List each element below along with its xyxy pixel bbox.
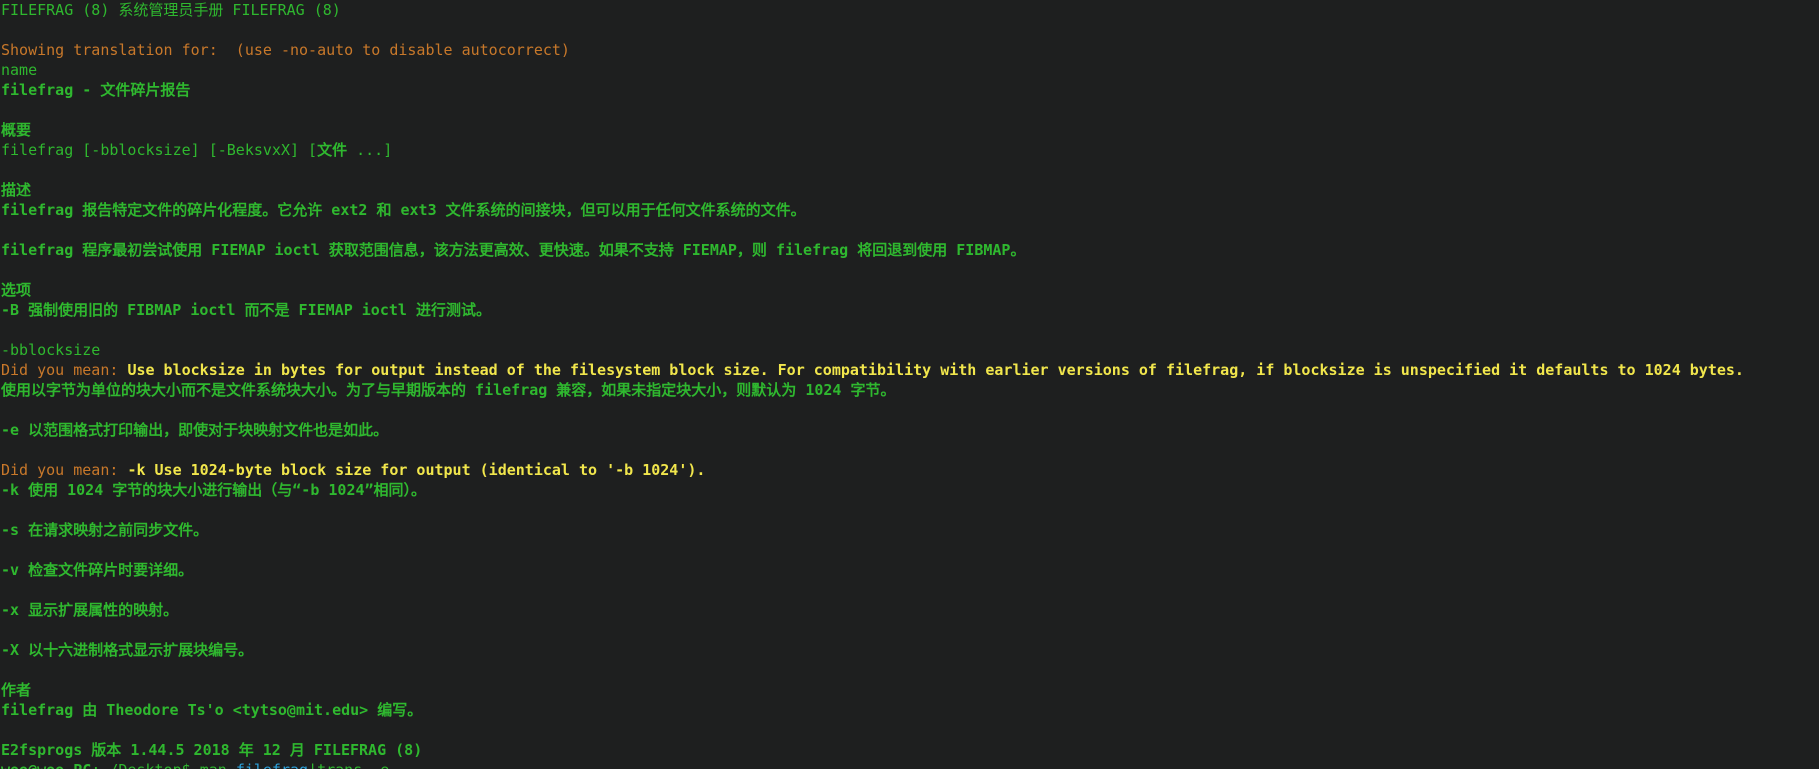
- option-k: -k 使用 1024 字节的块大小进行输出（与“-b 1024”相同）。: [1, 481, 427, 499]
- prompt-path: :~/Desktop$: [91, 761, 199, 769]
- did-you-mean-label: Did you mean:: [1, 461, 128, 479]
- option-x: -x 显示扩展属性的映射。: [1, 601, 179, 619]
- description-paragraph-2: filefrag 程序最初尝试使用 FIEMAP ioctl 获取范围信息，该方…: [1, 241, 1026, 259]
- section-author-heading: 作者: [1, 681, 32, 699]
- option-b-flag: -bblocksize: [1, 341, 101, 359]
- section-name-heading: name: [1, 61, 38, 79]
- prompt-arg: filefrag: [236, 761, 308, 769]
- synopsis-part-c: ...]: [347, 141, 393, 159]
- option-X: -X 以十六进制格式显示扩展块编号。: [1, 641, 254, 659]
- prompt-trailing: -: [398, 761, 407, 769]
- did-you-mean-label: Did you mean:: [1, 361, 128, 379]
- author-line: filefrag 由 Theodore Ts'o <tytso@mit.edu>…: [1, 701, 423, 719]
- synopsis-part-a: filefrag [-bblocksize] [-BeksvxX] [: [1, 141, 318, 159]
- synopsis-line: filefrag [-bblocksize] [-BeksvxX] [文件 ..…: [1, 140, 1819, 160]
- prompt-rest: trans -e: [317, 761, 398, 769]
- option-e: -e 以范围格式打印输出，即使对于块映射文件也是如此。: [1, 421, 389, 439]
- synopsis-part-b: 文件: [317, 141, 348, 159]
- description-paragraph-1: filefrag 报告特定文件的碎片化程度。它允许 ext2 和 ext3 文件…: [1, 201, 806, 219]
- prompt-command: man: [200, 761, 227, 769]
- prompt-user-host: woo@woo-PC: [1, 761, 91, 769]
- shell-prompt[interactable]: woo@woo-PC:~/Desktop$ man filefrag|trans…: [1, 760, 1819, 769]
- option-b-translation: 使用以字节为单位的块大小而不是文件系统块大小。为了与早期版本的 filefrag…: [1, 381, 896, 399]
- translation-note: Showing translation for: (use -no-auto t…: [1, 41, 570, 59]
- did-you-mean-2: Did you mean: -k Use 1024-byte block siz…: [1, 460, 1819, 480]
- option-B: -B 强制使用旧的 FIBMAP ioctl 而不是 FIEMAP ioctl …: [1, 301, 491, 319]
- section-description-heading: 描述: [1, 181, 32, 199]
- option-v: -v 检查文件碎片时要详细。: [1, 561, 194, 579]
- section-options-heading: 选项: [1, 281, 32, 299]
- terminal-window[interactable]: FILEFRAG (8) 系统管理员手册 FILEFRAG (8) Showin…: [0, 0, 1819, 769]
- did-you-mean-suggestion: Use blocksize in bytes for output instea…: [127, 361, 1744, 379]
- did-you-mean-1: Did you mean: Use blocksize in bytes for…: [1, 360, 1819, 380]
- name-line: filefrag - 文件碎片报告: [1, 81, 191, 99]
- section-synopsis-heading: 概要: [1, 121, 32, 139]
- did-you-mean-suggestion: -k Use 1024-byte block size for output (…: [127, 461, 706, 479]
- man-footer: E2fsprogs 版本 1.44.5 2018 年 12 月 FILEFRAG…: [1, 741, 423, 759]
- option-s: -s 在请求映射之前同步文件。: [1, 521, 209, 539]
- prompt-pipe: |: [308, 761, 317, 769]
- man-header: FILEFRAG (8) 系统管理员手册 FILEFRAG (8): [1, 1, 341, 19]
